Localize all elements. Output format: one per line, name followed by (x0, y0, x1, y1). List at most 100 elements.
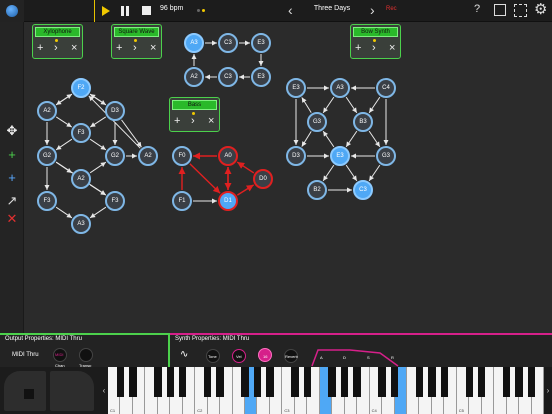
piano-black-key[interactable] (129, 367, 137, 397)
piano-black-key[interactable] (477, 367, 486, 397)
stop-icon[interactable] (142, 6, 151, 15)
note-node[interactable]: F2 (71, 78, 91, 98)
piano-black-key[interactable] (116, 367, 125, 397)
piano-black-key[interactable] (515, 367, 523, 397)
instrument-bass[interactable]: Bass + › × (169, 97, 220, 132)
note-node[interactable]: E3 (286, 78, 306, 98)
note-node[interactable]: E3 (330, 146, 350, 166)
piano-black-key[interactable] (465, 367, 473, 397)
pause-icon[interactable] (121, 6, 129, 16)
tempo-display[interactable]: 96 bpm (160, 5, 183, 12)
song-title[interactable]: Three Days (300, 5, 364, 12)
piano-black-key[interactable] (253, 367, 262, 397)
note-node[interactable]: F3 (105, 191, 125, 211)
piano-black-key[interactable] (291, 367, 299, 397)
note-node[interactable]: A2 (71, 169, 91, 189)
piano-black-key[interactable] (415, 367, 424, 397)
note-node[interactable]: A2 (184, 67, 204, 87)
add-note-icon[interactable]: + (3, 168, 21, 186)
previous-song-button[interactable]: ‹ (288, 3, 293, 17)
note-node[interactable]: F1 (172, 191, 192, 211)
piano-black-key[interactable] (440, 367, 449, 397)
app-menu-button[interactable] (0, 0, 24, 22)
remove-instrument-button[interactable]: × (389, 41, 395, 55)
step-button[interactable]: › (372, 41, 376, 55)
piano-black-key[interactable] (216, 367, 224, 397)
instrument-xylophone[interactable]: Xylophone + › × (32, 24, 83, 59)
note-node[interactable]: F3 (71, 123, 91, 143)
note-node[interactable]: G3 (376, 146, 396, 166)
gear-icon[interactable]: ⚙ (534, 2, 547, 18)
piano-black-key[interactable] (340, 367, 349, 397)
step-button[interactable]: › (191, 114, 195, 128)
note-node[interactable]: B3 (353, 112, 373, 132)
instrument-square_wave[interactable]: Square Wave + › × (111, 24, 162, 59)
piano-black-key[interactable] (502, 367, 511, 397)
add-node-button[interactable]: + (355, 41, 361, 55)
note-node[interactable]: B2 (307, 180, 327, 200)
note-node[interactable]: C3 (353, 180, 373, 200)
piano-black-key[interactable] (428, 367, 436, 397)
piano-black-key[interactable] (527, 367, 536, 397)
keyboard-scroll-right[interactable]: › (544, 367, 552, 414)
piano-black-key[interactable] (154, 367, 162, 397)
note-node[interactable]: A3 (330, 78, 350, 98)
add-node-button[interactable]: + (174, 114, 180, 128)
next-song-button[interactable]: › (370, 3, 375, 17)
piano-black-key[interactable] (390, 367, 399, 397)
note-node[interactable]: A2 (138, 146, 158, 166)
note-node[interactable]: D0 (253, 169, 273, 189)
transpose-knob[interactable] (79, 348, 93, 362)
note-node[interactable]: E3 (251, 67, 271, 87)
record-button[interactable]: Rec (386, 6, 397, 12)
piano-black-key[interactable] (266, 367, 274, 397)
instrument-name[interactable]: Square Wave (114, 27, 159, 37)
add-node-button[interactable]: + (37, 41, 43, 55)
graph-canvas[interactable]: F2 A2 D3 F3 G2 G2 A2 A2 F3 F3 A3 A3 C3 E3 E3 C3 A2 F0 A0 D0… (24, 22, 552, 333)
note-node[interactable]: F3 (37, 191, 57, 211)
piano-black-key[interactable] (353, 367, 361, 397)
note-node[interactable]: C3 (218, 67, 238, 87)
waveform-icon[interactable]: ∿ (180, 349, 188, 360)
piano-black-key[interactable] (241, 367, 249, 397)
note-node[interactable]: G3 (307, 112, 327, 132)
step-button[interactable]: › (133, 41, 137, 55)
instrument-name[interactable]: Xylophone (35, 27, 80, 37)
output-device-label[interactable]: MIDI Thru (12, 352, 39, 358)
remove-instrument-button[interactable]: × (150, 41, 156, 55)
snap-grid-icon[interactable] (494, 4, 506, 16)
note-node[interactable]: G2 (105, 146, 125, 166)
selection-icon[interactable] (514, 4, 527, 17)
piano-black-key[interactable] (378, 367, 386, 397)
pad-button-right[interactable] (50, 371, 128, 411)
note-node[interactable]: C4 (376, 78, 396, 98)
delete-tool-icon[interactable]: ✕ (3, 210, 21, 228)
piano-black-key[interactable] (328, 367, 336, 397)
piano-black-key[interactable] (303, 367, 312, 397)
piano-keyboard[interactable]: C1 C2 C3 C4 C5 (108, 367, 544, 414)
note-node[interactable]: E3 (251, 33, 271, 53)
help-button[interactable]: ? (474, 3, 480, 15)
instrument-bow_synth[interactable]: Bow Synth + › × (350, 24, 401, 59)
note-node[interactable]: G2 (37, 146, 57, 166)
add-instrument-icon[interactable]: + (3, 145, 21, 163)
note-node[interactable]: A3 (184, 33, 204, 53)
note-node[interactable]: C3 (218, 33, 238, 53)
instrument-name[interactable]: Bow Synth (353, 27, 398, 37)
note-node[interactable]: F0 (172, 146, 192, 166)
pad-button-left[interactable] (4, 371, 46, 411)
add-node-button[interactable]: + (116, 41, 122, 55)
note-node[interactable]: D3 (105, 101, 125, 121)
piano-black-key[interactable] (203, 367, 212, 397)
note-node[interactable]: A0 (218, 146, 238, 166)
piano-black-key[interactable] (179, 367, 187, 397)
keyboard-scroll-left[interactable]: ‹ (100, 367, 108, 414)
note-node[interactable]: A2 (37, 101, 57, 121)
play-icon[interactable] (102, 6, 110, 16)
step-button[interactable]: › (54, 41, 58, 55)
remove-instrument-button[interactable]: × (208, 114, 214, 128)
note-node[interactable]: A3 (71, 214, 91, 234)
move-tool-icon[interactable]: ✥ (3, 122, 21, 140)
piano-black-key[interactable] (166, 367, 175, 397)
connect-tool-icon[interactable]: ↗ (3, 192, 21, 210)
